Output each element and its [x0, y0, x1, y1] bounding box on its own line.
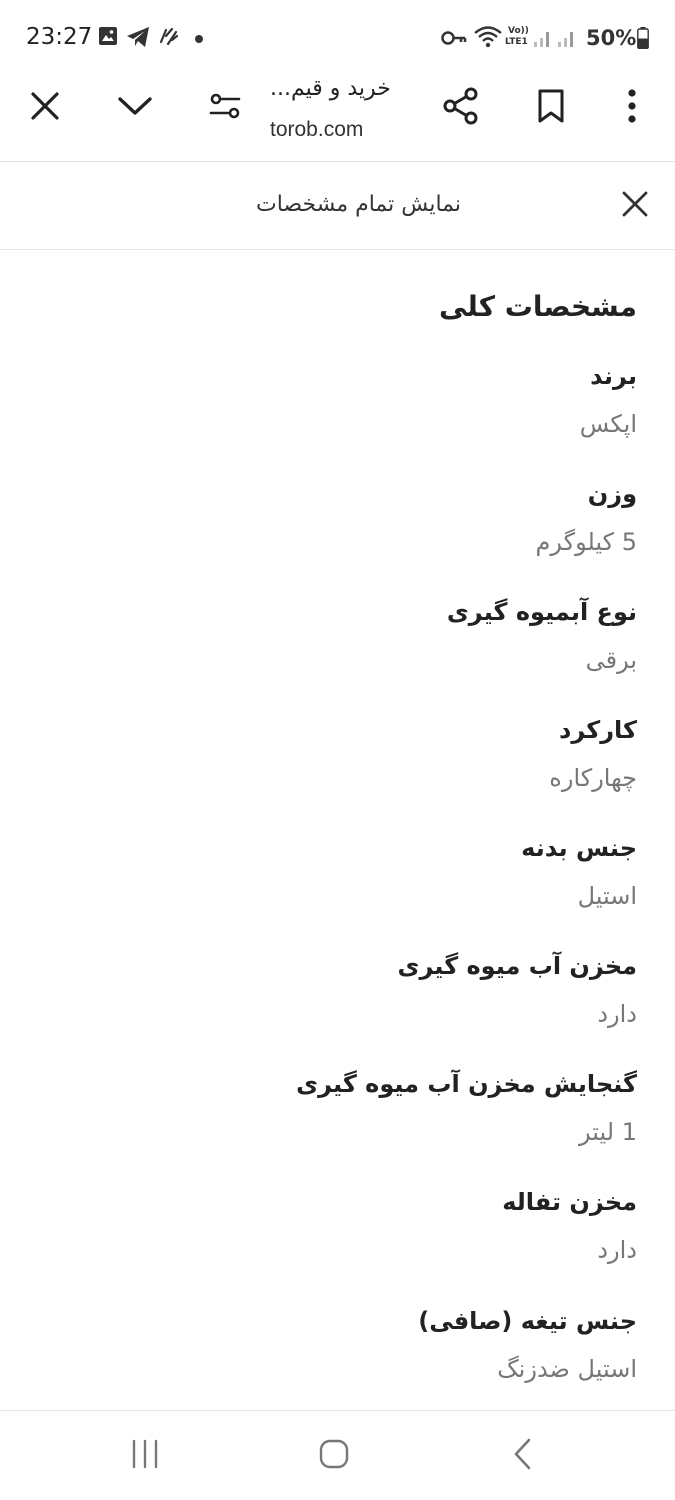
page-settings-icon	[209, 92, 241, 124]
recents-icon	[129, 1438, 161, 1474]
page-url: torob.com	[270, 118, 364, 141]
share-button[interactable]	[431, 78, 491, 138]
status-bar: 23:27 Vo)) LTE1 50%	[0, 0, 675, 78]
spec-item: مخزن آب میوه گیری دارد	[37, 950, 637, 1030]
specs-sheet-header: نمایش تمام مشخصات	[0, 162, 675, 250]
spec-value: استیل ضدزنگ	[497, 1355, 637, 1383]
chevron-down-icon	[117, 95, 153, 121]
minimize-button[interactable]	[105, 78, 165, 138]
wifi-icon	[473, 24, 503, 52]
spec-value: برقی	[585, 646, 637, 674]
close-icon	[621, 190, 649, 222]
spec-label: برند	[590, 362, 637, 390]
bookmark-icon	[537, 88, 565, 128]
page-title: خرید و قیم...	[270, 76, 391, 101]
signal-icon	[533, 28, 579, 52]
spec-item: مخزن تفاله دارد	[37, 1186, 637, 1266]
spec-value: استیل	[577, 882, 637, 910]
spec-label: گنجایش مخزن آب میوه گیری	[296, 1070, 637, 1098]
lte-label: LTE1	[505, 37, 528, 47]
section-title: مشخصات کلی	[438, 290, 637, 323]
spec-value: 5 کیلوگرم	[535, 528, 637, 556]
recents-button[interactable]	[120, 1431, 170, 1481]
more-vert-icon	[627, 89, 637, 127]
app-icon	[158, 26, 180, 52]
spec-label: نوع آبمیوه گیری	[446, 598, 637, 626]
spec-label: وزن	[587, 480, 637, 508]
spec-item: نوع آبمیوه گیری برقی	[37, 596, 637, 676]
volte-icon: Vo)) LTE1	[505, 26, 531, 50]
spec-value: دارد	[597, 1236, 637, 1264]
image-icon	[98, 26, 118, 50]
spec-item: برند اپکس	[37, 360, 637, 440]
browser-toolbar: خرید و قیم... torob.com	[0, 72, 675, 162]
spec-item: جنس بدنه استیل	[37, 832, 637, 912]
spec-item: وزن 5 کیلوگرم	[37, 478, 637, 558]
close-icon	[30, 91, 60, 125]
telegram-icon	[126, 26, 150, 52]
spec-label: مخزن تفاله	[502, 1188, 637, 1216]
spec-label: کارکرد	[559, 716, 637, 744]
close-tab-button[interactable]	[15, 78, 75, 138]
back-button[interactable]	[498, 1431, 548, 1481]
back-icon	[511, 1437, 535, 1475]
bookmark-button[interactable]	[521, 78, 581, 138]
specs-content: مشخصات کلی برند اپکس وزن 5 کیلوگرم نوع آ…	[0, 250, 675, 1410]
battery-icon	[637, 27, 649, 53]
status-time: 23:27	[26, 24, 93, 50]
more-menu-button[interactable]	[602, 78, 662, 138]
sheet-title: نمایش تمام مشخصات	[256, 192, 461, 217]
spec-item: جنس تیغه (صافی) استیل ضدزنگ	[37, 1305, 637, 1385]
key-icon	[441, 30, 467, 50]
spec-label: جنس تیغه (صافی)	[418, 1307, 637, 1335]
battery-percent: 50%	[586, 26, 637, 50]
notification-dot-icon	[195, 35, 203, 43]
spec-item: گنجایش مخزن آب میوه گیری 1 لیتر	[37, 1068, 637, 1148]
spec-value: 1 لیتر	[579, 1118, 637, 1146]
spec-value: اپکس	[579, 410, 637, 438]
spec-item: کارکرد چهارکاره	[37, 714, 637, 794]
home-button[interactable]	[309, 1431, 359, 1481]
spec-label: مخزن آب میوه گیری	[397, 952, 637, 980]
close-sheet-button[interactable]	[605, 176, 665, 236]
spec-label: جنس بدنه	[521, 834, 637, 862]
spec-value: چهارکاره	[549, 764, 637, 792]
share-icon	[442, 87, 480, 129]
volte-label: Vo))	[508, 26, 529, 36]
home-icon	[318, 1438, 350, 1474]
spec-value: دارد	[597, 1000, 637, 1028]
page-settings-button[interactable]	[195, 78, 255, 138]
system-nav-bar	[0, 1410, 675, 1500]
